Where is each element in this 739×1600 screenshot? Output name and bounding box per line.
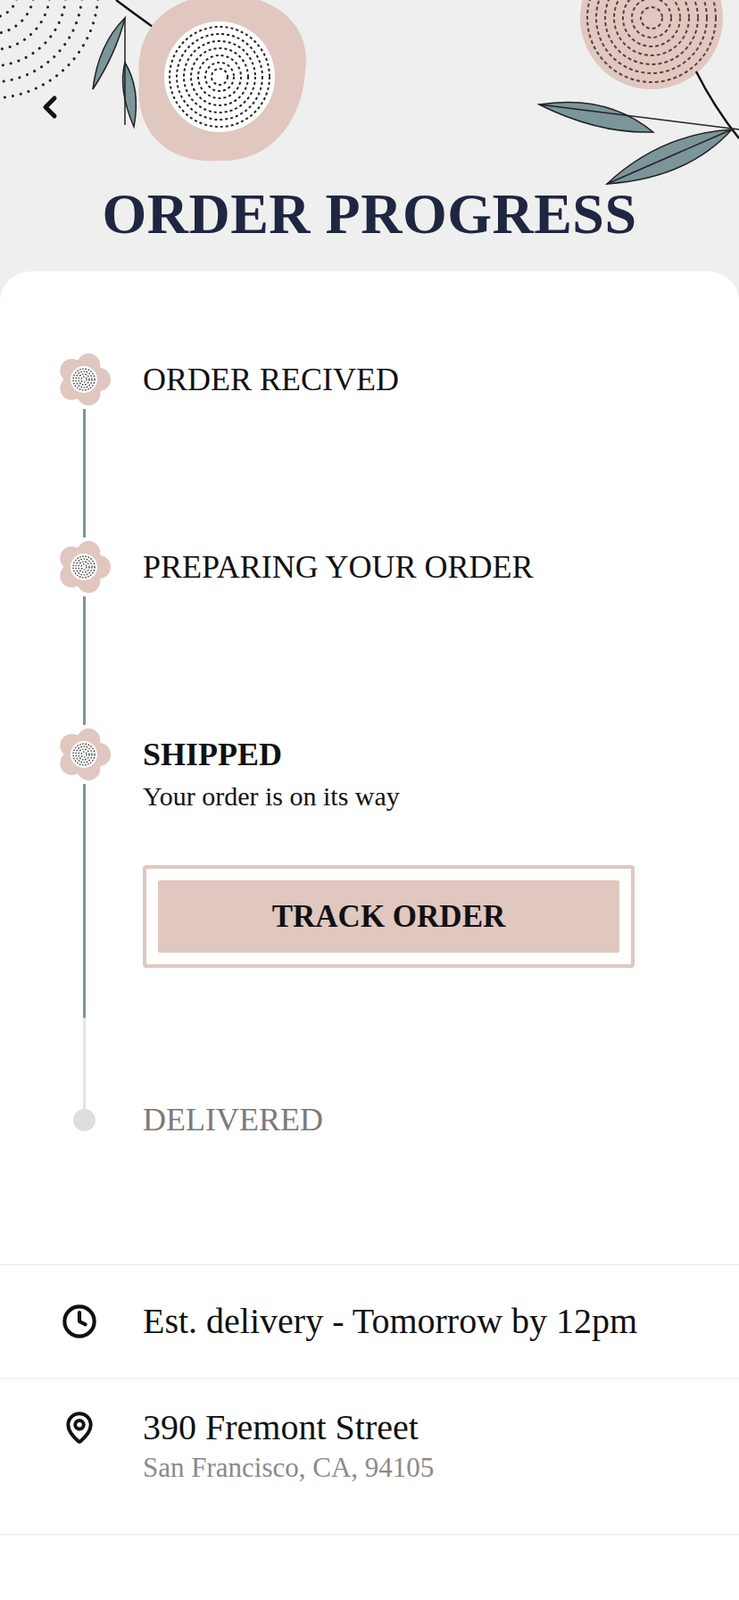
header: ORDER PROGRESS [0,0,739,272]
location-pin-icon [62,1410,97,1445]
progress-card: ORDER RECIVED PREPARING YOUR ORDER SHIPPED… [0,271,739,1600]
address-street: 390 Fremont Street [142,1404,722,1450]
flower-marker-icon [54,349,114,409]
step-label: DELIVERED [142,1089,324,1149]
progress-line [83,783,86,1018]
pending-marker [54,1089,114,1149]
step-detail: Your order is on its way [142,778,400,814]
delivery-info: Est. delivery - Tomorrow by 12pm 390 Frem… [0,1263,739,1535]
page-title: ORDER PROGRESS [0,178,739,250]
step-label: PREPARING YOUR ORDER [142,537,533,597]
back-chevron-icon [32,89,68,125]
order-progress-screen: ORDER PROGRESS ORDER RECIVED PREPARING YOU… [0,0,739,1600]
progress-line [83,1017,86,1090]
address-city: San Francisco, CA, 94105 [142,1449,722,1486]
progress-steps: ORDER RECIVED PREPARING YOUR ORDER SHIPPED… [0,271,739,1264]
flower-marker-icon [54,537,114,597]
progress-step: SHIPPEDYour order is on its way TRACK ORD… [54,724,739,1090]
flower-marker-icon [54,724,114,784]
progress-step: DELIVERED [54,1089,739,1149]
track-order-button[interactable]: TRACK ORDER [142,864,635,968]
delivery-estimate-row: Est. delivery - Tomorrow by 12pm [0,1264,739,1379]
back-button[interactable] [32,89,68,125]
delivery-estimate: Est. delivery - Tomorrow by 12pm [142,1298,722,1344]
step-label: ORDER RECIVED [142,349,399,409]
progress-line [83,408,86,538]
pending-dot [73,1108,96,1131]
progress-step: ORDER RECIVED [54,349,739,538]
address-row: 390 Fremont StreetSan Francisco, CA, 941… [0,1378,739,1535]
clock-icon [61,1303,98,1339]
progress-step: PREPARING YOUR ORDER [54,537,739,725]
step-label: SHIPPED [142,724,283,784]
progress-line [83,596,86,725]
